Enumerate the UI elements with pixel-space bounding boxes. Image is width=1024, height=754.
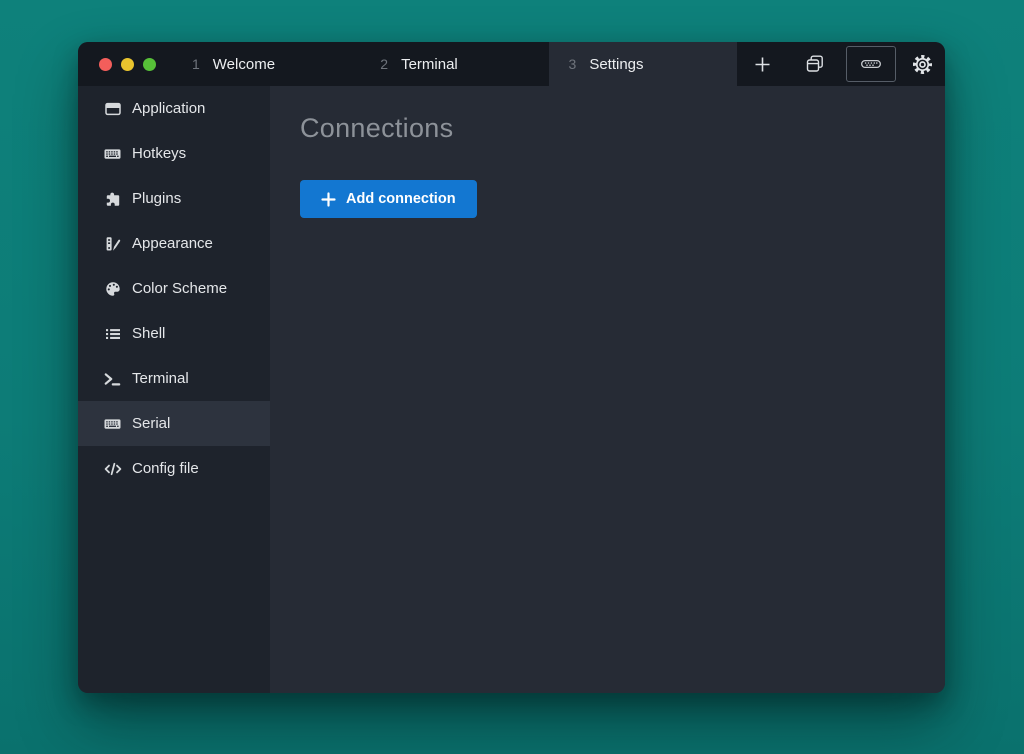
title-bar: 1 Welcome 2 Terminal 3 Settings <box>78 42 945 86</box>
sidebar-item-label: Plugins <box>132 190 181 207</box>
desktop: { "titlebar": { "traffic_lights": { "clo… <box>0 0 1024 754</box>
sidebar-item-config-file[interactable]: Config file <box>78 446 270 491</box>
new-tab-button[interactable] <box>737 42 789 86</box>
terminal-icon <box>103 371 122 387</box>
settings-button[interactable] <box>899 42 945 86</box>
sidebar-item-label: Terminal <box>132 370 189 387</box>
window-body: Application <box>78 86 945 693</box>
sidebar-item-label: Appearance <box>132 235 213 252</box>
sidebar-item-serial[interactable]: Serial <box>78 401 270 446</box>
tab-label: Settings <box>589 56 643 73</box>
minimize-button[interactable] <box>121 58 134 71</box>
zoom-button[interactable] <box>143 58 156 71</box>
gear-icon <box>911 53 934 76</box>
plus-icon <box>753 55 772 74</box>
tab-settings[interactable]: 3 Settings <box>549 42 737 86</box>
list-icon <box>103 326 122 342</box>
keyboard-icon <box>103 416 122 432</box>
traffic-lights <box>78 42 172 86</box>
sidebar-item-label: Shell <box>132 325 165 342</box>
swatchbook-icon <box>103 236 122 252</box>
app-window: 1 Welcome 2 Terminal 3 Settings <box>78 42 945 693</box>
tab-terminal[interactable]: 2 Terminal <box>360 42 548 86</box>
sidebar-item-hotkeys[interactable]: Hotkeys <box>78 131 270 176</box>
sidebar-item-color-scheme[interactable]: Color Scheme <box>78 266 270 311</box>
tab-number: 1 <box>192 56 200 72</box>
add-connection-button[interactable]: Add connection <box>300 180 477 218</box>
serial-quick-button[interactable] <box>846 46 896 82</box>
duplicate-tab-button[interactable] <box>788 42 842 86</box>
plus-icon <box>321 192 336 207</box>
settings-sidebar: Application <box>78 86 270 693</box>
add-connection-label: Add connection <box>346 191 456 207</box>
tab-label: Terminal <box>401 56 458 73</box>
sidebar-item-appearance[interactable]: Appearance <box>78 221 270 266</box>
sidebar-item-shell[interactable]: Shell <box>78 311 270 356</box>
sidebar-item-terminal[interactable]: Terminal <box>78 356 270 401</box>
sidebar-item-label: Hotkeys <box>132 145 186 162</box>
sidebar-item-plugins[interactable]: Plugins <box>78 176 270 221</box>
code-icon <box>103 461 122 477</box>
sidebar-item-label: Serial <box>132 415 170 432</box>
page-title: Connections <box>300 113 915 144</box>
puzzle-icon <box>103 191 122 207</box>
clone-icon <box>805 54 825 74</box>
window-icon <box>103 101 122 117</box>
sidebar-item-label: Config file <box>132 460 199 477</box>
serial-button-cell <box>842 42 899 86</box>
serial-connector-icon <box>860 56 882 72</box>
tab-welcome[interactable]: 1 Welcome <box>172 42 360 86</box>
tab-label: Welcome <box>213 56 275 73</box>
palette-icon <box>103 281 122 297</box>
sidebar-item-application[interactable]: Application <box>78 86 270 131</box>
close-button[interactable] <box>99 58 112 71</box>
keyboard-icon <box>103 146 122 162</box>
sidebar-item-label: Color Scheme <box>132 280 227 297</box>
sidebar-item-label: Application <box>132 100 205 117</box>
settings-content: Connections Add connection <box>270 86 945 693</box>
tab-number: 2 <box>380 56 388 72</box>
tab-number: 3 <box>569 56 577 72</box>
